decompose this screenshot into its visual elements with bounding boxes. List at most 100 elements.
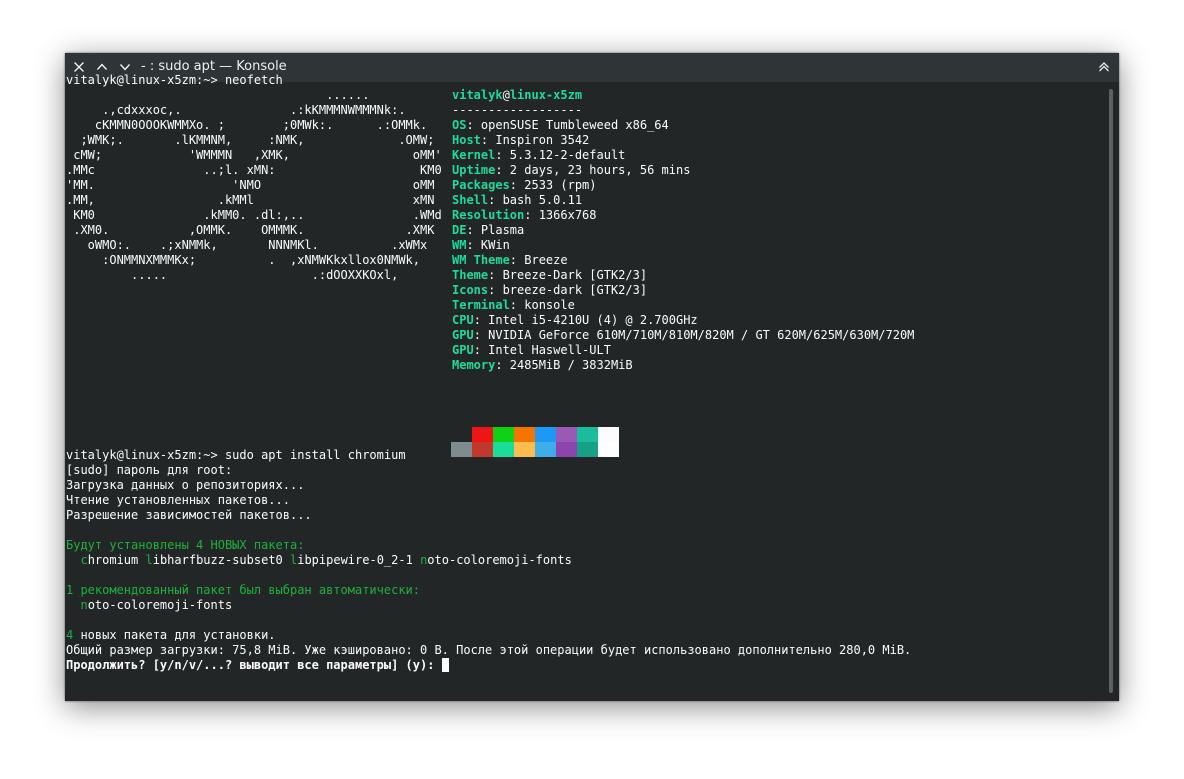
terminal-text: Resolution — [452, 208, 525, 222]
terminal-text: : Intel Haswell-ULT — [473, 343, 611, 357]
terminal-text: GPU — [452, 328, 474, 342]
text-cursor — [441, 658, 449, 672]
palette-swatch — [577, 442, 598, 457]
terminal-line: GPU: Intel Haswell-ULT — [452, 343, 611, 358]
terminal-text: Uptime — [452, 163, 496, 177]
terminal-line: cMW; 'WMMMN ,XMK, oMM' — [66, 148, 442, 163]
terminal-text: Чтение установленных пакетов... — [66, 493, 290, 507]
terminal-text: : Plasma — [466, 223, 525, 237]
terminal-text: : bash 5.0.11 — [488, 193, 583, 207]
terminal-line: Будут установлены 4 НОВЫХ пакета: — [66, 538, 304, 553]
palette-swatch — [472, 427, 493, 442]
terminal-line: .XM0. ,OMMK. OMMMK. .XMK — [66, 223, 434, 238]
terminal-text: : openSUSE Tumbleweed x86_64 — [466, 118, 669, 132]
terminal-line: Packages: 2533 (rpm) — [452, 178, 597, 193]
terminal-text: : 1366x768 — [524, 208, 597, 222]
terminal-line: Продолжить? [y/n/v/...? выводит все пара… — [66, 658, 449, 673]
color-palette — [451, 427, 619, 457]
palette-swatch — [535, 427, 556, 442]
minimize-button[interactable] — [118, 60, 132, 74]
terminal-text: n — [80, 598, 88, 612]
terminal-text: ...... — [66, 88, 370, 102]
terminal-text: oto-coloremoji-fonts — [427, 553, 572, 567]
terminal-text: .MMc ..;l. xMN: KM0 — [66, 163, 442, 177]
terminal-text: Общий размер загрузки: 75,8 MiB. Уже кэш… — [66, 643, 912, 657]
terminal-text: : 2485MiB / 3832MiB — [495, 358, 633, 372]
terminal-text: : Breeze — [509, 253, 568, 267]
terminal-line: ..... .:dOOXXKOxl, — [66, 268, 398, 283]
terminal-text: : 2533 (rpm) — [509, 178, 597, 192]
terminal-line: Host: Inspiron 3542 — [452, 133, 589, 148]
terminal-line: noto-coloremoji-fonts — [66, 598, 232, 613]
terminal-text: Загрузка данных о репозиториях... — [66, 478, 305, 492]
terminal-text: @ — [502, 88, 510, 102]
terminal-line: .,cdxxxoc,. .:kKMMMNWMMMNk:. — [66, 103, 406, 118]
terminal-line: Загрузка данных о репозиториях... — [66, 478, 304, 493]
terminal-text: Host — [452, 133, 481, 147]
terminal-line: vitalyk@linux-x5zm — [452, 88, 582, 103]
terminal-text: ;WMK;. .lKMMNM, :NMK, .OMW; — [66, 133, 435, 147]
terminal-text: ibharfbuzz-subset0 — [152, 553, 290, 567]
terminal-line: [sudo] пароль для root: — [66, 463, 232, 478]
terminal-text: .XM0. ,OMMK. OMMMK. .XMK — [66, 223, 435, 237]
terminal-text: l — [145, 553, 153, 567]
terminal-line: 4 новых пакета для установки. — [66, 628, 276, 643]
terminal-text: ibpipewire-0_2-1 — [297, 553, 421, 567]
terminal-text: KM0 .kMM0. .dl:,.. .WMd — [66, 208, 442, 222]
palette-swatch — [556, 427, 577, 442]
terminal-line: Theme: Breeze-Dark [GTK2/3] — [452, 268, 647, 283]
terminal-text: : 5.3.12-2-default — [495, 148, 626, 162]
terminal-text: linux-x5zm — [509, 88, 583, 102]
terminal-line: KM0 .kMM0. .dl:,.. .WMd — [66, 208, 442, 223]
palette-swatch — [598, 427, 619, 442]
terminal-output[interactable]: vitalyk@linux-x5zm:~> neofetch ...... .,… — [65, 73, 1105, 701]
chevron-down-icon — [119, 64, 131, 71]
scrollbar[interactable] — [1109, 89, 1113, 693]
terminal-text: Terminal — [452, 298, 510, 312]
chevron-up-icon — [96, 63, 108, 70]
terminal-line: .MM, .kMMl xMN — [66, 193, 434, 208]
terminal-text: 1 рекомендованный пакет был выбран автом… — [66, 583, 421, 597]
close-icon — [74, 62, 84, 72]
terminal-line: cKMMN0OOOKWMMXo. ; ;0MWk:. .:OMMk. — [66, 118, 427, 133]
terminal-line: Terminal: konsole — [452, 298, 575, 313]
terminal-text: oWMO:. .;xNMMk, NNNMKl. .xWMx — [66, 238, 428, 252]
palette-swatch — [514, 427, 535, 442]
terminal-text: cKMMN0OOOKWMMXo. ; ;0MWk:. .:OMMk. — [66, 118, 428, 132]
close-button[interactable] — [72, 60, 86, 74]
terminal-text: CPU — [452, 313, 474, 327]
terminal-line: 1 рекомендованный пакет был выбран автом… — [66, 583, 420, 598]
terminal-text: Будут установлены 4 НОВЫХ пакета: — [66, 538, 305, 552]
terminal-text: : Inspiron 3542 — [480, 133, 590, 147]
terminal-text: vitalyk — [452, 88, 503, 102]
terminal-text: : NVIDIA GeForce 610M/710M/810M/820M / G… — [473, 328, 915, 342]
terminal-line: GPU: NVIDIA GeForce 610M/710M/810M/820M … — [452, 328, 914, 343]
terminal-line: Общий размер загрузки: 75,8 MiB. Уже кэш… — [66, 643, 911, 658]
terminal-text: Packages — [452, 178, 510, 192]
terminal-text: .,cdxxxoc,. .:kKMMMNWMMMNk:. — [66, 103, 406, 117]
palette-swatch — [598, 442, 619, 457]
terminal-text: WM — [452, 238, 467, 252]
terminal-text: vitalyk@linux-x5zm:~> neofetch — [66, 73, 283, 87]
terminal-text: новых пакета для установки. — [73, 628, 276, 642]
terminal-line: Kernel: 5.3.12-2-default — [452, 148, 625, 163]
terminal-line: oWMO:. .;xNMMk, NNNMKl. .xWMx — [66, 238, 428, 253]
terminal-text: hromium — [87, 553, 146, 567]
keep-above-button[interactable] — [95, 60, 109, 74]
terminal-text: Shell — [452, 193, 489, 207]
terminal-text: cMW; 'WMMMN ,XMK, oMM' — [66, 148, 442, 162]
terminal-text: GPU — [452, 343, 474, 357]
palette-swatch — [535, 442, 556, 457]
terminal-line: chromium libharfbuzz-subset0 libpipewire… — [66, 553, 572, 568]
terminal-line: Uptime: 2 days, 23 hours, 56 mins — [452, 163, 690, 178]
terminal-text: :ONMMNXMMMKx; . ,xNMWKkxllox0NMWk, — [66, 253, 421, 267]
terminal-line: ;WMK;. .lKMMNM, :NMK, .OMW; — [66, 133, 434, 148]
maximize-button[interactable] — [1097, 60, 1111, 74]
palette-swatch — [493, 427, 514, 442]
palette-swatch — [493, 442, 514, 457]
terminal-text: : KWin — [466, 238, 510, 252]
terminal-text: ------------------ — [452, 103, 583, 117]
terminal-text: Продолжить? [y/n/v/...? выводит все пара… — [66, 658, 442, 672]
maximize-icon — [1099, 62, 1109, 72]
